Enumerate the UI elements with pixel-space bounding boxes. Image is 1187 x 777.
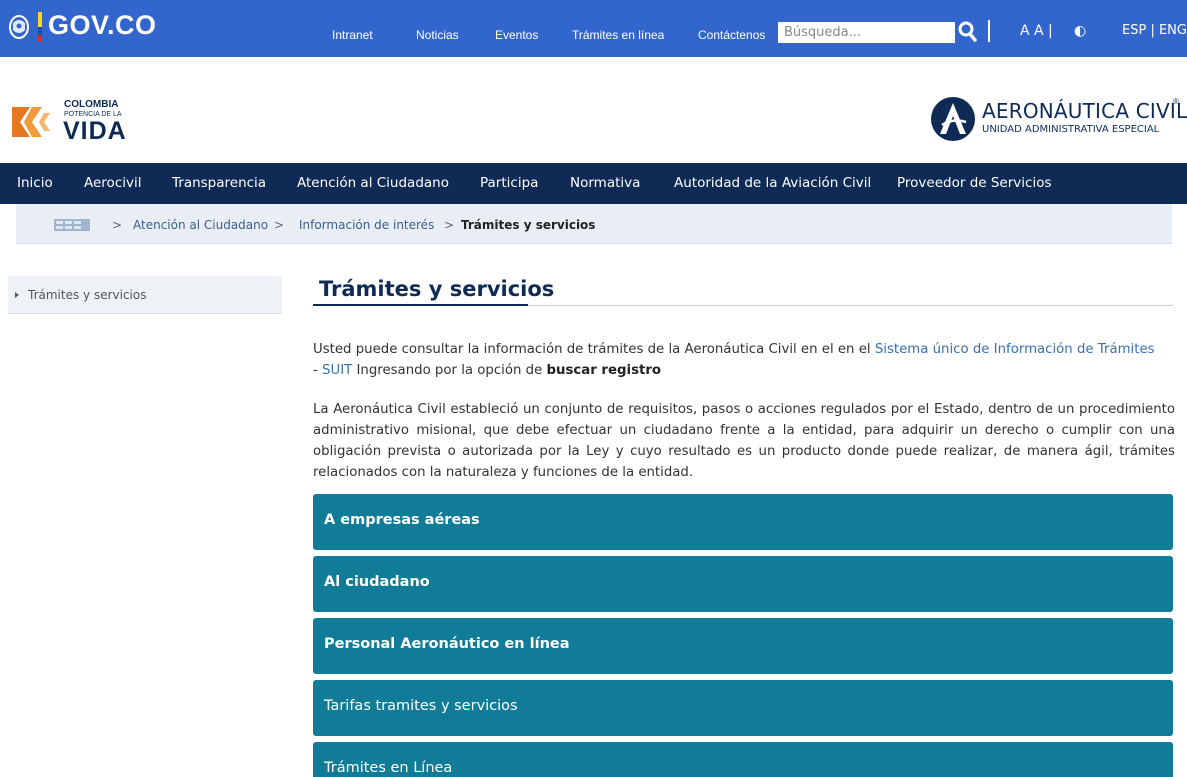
topnav-intranet[interactable]: Intranet [332,28,373,42]
font-size-toggle[interactable]: A A | [1020,23,1053,39]
colombia-flag-stripe [38,12,42,42]
intro-text: Usted puede consultar la información de … [313,342,875,357]
accordion-label: A empresas aéreas [324,512,480,528]
aero-subtitle: UNIDAD ADMINISTRATIVA ESPECIAL [982,124,1160,135]
topnav-noticias[interactable]: Noticias [416,28,459,42]
nav-proveedor-servicios[interactable]: Proveedor de Servicios [897,175,1052,191]
intro-text-2: Ingresando por la opción de [352,363,547,378]
contrast-icon[interactable]: ◐ [1074,23,1086,39]
breadcrumb-separator: > [274,218,285,232]
divider [988,20,990,42]
topnav-eventos[interactable]: Eventos [495,28,538,42]
accordion-empresas-aereas[interactable]: A empresas aéreas [313,494,1173,550]
brand-colombia: COLOMBIA [64,99,119,110]
accordion-tarifas[interactable]: Tarifas tramites y servicios [313,680,1173,736]
nav-normativa[interactable]: Normativa [570,175,640,191]
nav-aerocivil[interactable]: Aerocivil [84,175,141,191]
breadcrumb-separator: > [112,218,123,232]
aero-title: AERONÁUTICA CIVIL [982,99,1187,123]
topnav-tramites-en-linea[interactable]: Trámites en línea [572,28,664,42]
breadcrumb: > Atención al Ciudadano > Información de… [16,204,1172,244]
breadcrumb-separator: > [444,218,455,232]
search-icon[interactable] [957,19,979,43]
intro-dash: - [313,363,323,378]
coat-of-arms-icon [9,15,29,39]
buscar-registro-text: buscar registro [546,363,662,378]
nav-transparencia[interactable]: Transparencia [172,175,266,191]
page-title: Trámites y servicios [319,277,555,301]
nav-inicio[interactable]: Inicio [17,175,53,191]
topnav-contactenos[interactable]: Contáctenos [698,28,765,42]
main-navigation: Inicio Aerocivil Transparencia Atención … [0,163,1187,204]
breadcrumb-current: Trámites y servicios [461,218,596,232]
nav-atencion-ciudadano[interactable]: Atención al Ciudadano [297,175,449,191]
accordion-personal-aeronautico[interactable]: Personal Aeronáutico en línea [313,618,1173,674]
accordion-label: Al ciudadano [324,574,430,590]
nav-participa[interactable]: Participa [480,175,538,191]
registered-mark: ® [1173,97,1179,106]
bullet-triangle-icon [15,292,19,298]
sidebar-item-label: Trámites y servicios [28,288,147,302]
nav-autoridad-aviacion[interactable]: Autoridad de la Aviación Civil [674,175,871,191]
aerocivil-emblem-icon [931,97,975,141]
colombia-arrows-icon [12,107,50,137]
accordion-tramites-en-linea[interactable]: Trámites en Línea [313,742,1173,777]
aeronautica-civil-logo[interactable]: AERONÁUTICA CIVIL ® UNIDAD ADMINISTRATIV… [930,94,1187,144]
brand-vida: VIDA [63,117,127,145]
intro-paragraph: Usted puede consultar la información de … [313,339,1175,381]
govco-logo[interactable]: GOV.CO [48,10,157,41]
breadcrumb-informacion[interactable]: Información de interés [299,218,434,232]
language-toggle[interactable]: ESP | ENG [1122,23,1187,38]
title-underline [313,304,528,306]
accordion-label: Trámites en Línea [324,760,453,776]
search-input[interactable]: Búsqueda... [778,22,955,43]
breadcrumb-atencion[interactable]: Atención al Ciudadano [133,218,268,232]
colombia-vida-logo[interactable]: COLOMBIA POTENCIA DE LA VIDA [8,97,148,147]
description-paragraph: La Aeronáutica Civil estableció un conju… [313,402,1175,480]
suit-link[interactable]: Sistema único de Información de Trámites [875,342,1155,357]
accordion-label: Tarifas tramites y servicios [324,698,518,714]
accordion-al-ciudadano[interactable]: Al ciudadano [313,556,1173,612]
accordion-label: Personal Aeronáutico en línea [324,636,570,652]
gov-top-bar: GOV.CO Intranet Noticias Eventos Trámite… [0,0,1187,57]
home-icon[interactable] [54,219,90,231]
sidebar-item-tramites[interactable]: Trámites y servicios [8,276,282,314]
suit-short-link[interactable]: SUIT [322,363,352,378]
